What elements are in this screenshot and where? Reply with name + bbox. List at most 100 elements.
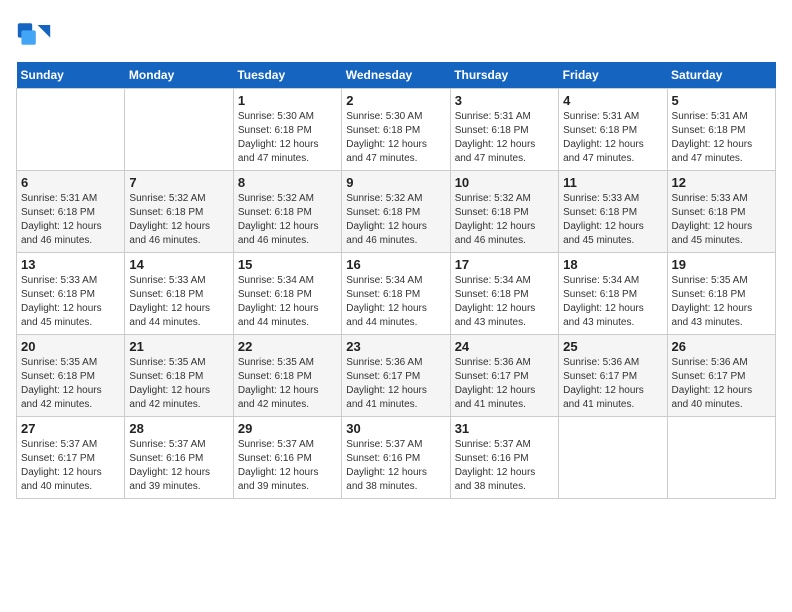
day-number: 20: [21, 339, 120, 354]
day-info: Sunrise: 5:33 AM Sunset: 6:18 PM Dayligh…: [129, 274, 228, 330]
header-cell-friday: Friday: [559, 62, 667, 89]
day-info: Sunrise: 5:35 AM Sunset: 6:18 PM Dayligh…: [238, 356, 337, 412]
calendar-cell: 18 Sunrise: 5:34 AM Sunset: 6:18 PM Dayli…: [559, 253, 667, 335]
day-info: Sunrise: 5:33 AM Sunset: 6:18 PM Dayligh…: [672, 192, 771, 248]
day-info: Sunrise: 5:34 AM Sunset: 6:18 PM Dayligh…: [455, 274, 554, 330]
calendar-week-1: 1 Sunrise: 5:30 AM Sunset: 6:18 PM Daylig…: [17, 89, 776, 171]
day-info: Sunrise: 5:32 AM Sunset: 6:18 PM Dayligh…: [238, 192, 337, 248]
calendar-cell: 23Sunrise: 5:36 AM Sunset: 6:17 PM Dayli…: [342, 335, 450, 417]
day-info: Sunrise: 5:32 AM Sunset: 6:18 PM Dayligh…: [455, 192, 554, 248]
day-number: 1: [238, 93, 337, 108]
day-info: Sunrise: 5:35 AM Sunset: 6:18 PM Dayligh…: [672, 274, 771, 330]
day-number: 13: [21, 257, 120, 272]
calendar-cell: 19 Sunrise: 5:35 AM Sunset: 6:18 PM Dayli…: [667, 253, 775, 335]
calendar-cell: 28Sunrise: 5:37 AM Sunset: 6:16 PM Dayli…: [125, 417, 233, 499]
calendar-cell: 26 Sunrise: 5:36 AM Sunset: 6:17 PM Dayli…: [667, 335, 775, 417]
header-cell-thursday: Thursday: [450, 62, 558, 89]
calendar-body: 1 Sunrise: 5:30 AM Sunset: 6:18 PM Daylig…: [17, 89, 776, 499]
calendar-cell: 29 Sunrise: 5:37 AM Sunset: 6:16 PM Dayli…: [233, 417, 341, 499]
calendar-cell: 20 Sunrise: 5:35 AM Sunset: 6:18 PM Dayli…: [17, 335, 125, 417]
day-number: 18: [563, 257, 662, 272]
calendar-cell: 12 Sunrise: 5:33 AM Sunset: 6:18 PM Dayli…: [667, 171, 775, 253]
day-number: 26: [672, 339, 771, 354]
calendar-week-5: 27Sunrise: 5:37 AM Sunset: 6:17 PM Dayli…: [17, 417, 776, 499]
calendar-cell: 21 Sunrise: 5:35 AM Sunset: 6:18 PM Dayli…: [125, 335, 233, 417]
calendar-cell: [125, 89, 233, 171]
day-info: Sunrise: 5:32 AM Sunset: 6:18 PM Dayligh…: [129, 192, 228, 248]
day-number: 25: [563, 339, 662, 354]
day-info: Sunrise: 5:31 AM Sunset: 6:18 PM Dayligh…: [672, 110, 771, 166]
day-number: 21: [129, 339, 228, 354]
calendar-table: SundayMondayTuesdayWednesdayThursdayFrid…: [16, 62, 776, 499]
day-number: 12: [672, 175, 771, 190]
calendar-cell: [667, 417, 775, 499]
day-info: Sunrise: 5:36 AM Sunset: 6:17 PM Dayligh…: [563, 356, 662, 412]
page-header: [16, 16, 776, 52]
calendar-header: SundayMondayTuesdayWednesdayThursdayFrid…: [17, 62, 776, 89]
calendar-cell: [17, 89, 125, 171]
calendar-cell: 14 Sunrise: 5:33 AM Sunset: 6:18 PM Dayli…: [125, 253, 233, 335]
day-number: 28: [129, 421, 228, 436]
day-number: 10: [455, 175, 554, 190]
logo-icon: [16, 16, 52, 52]
day-number: 11: [563, 175, 662, 190]
calendar-cell: 24Sunrise: 5:36 AM Sunset: 6:17 PM Dayli…: [450, 335, 558, 417]
header-row: SundayMondayTuesdayWednesdayThursdayFrid…: [17, 62, 776, 89]
day-number: 19: [672, 257, 771, 272]
calendar-cell: 1 Sunrise: 5:30 AM Sunset: 6:18 PM Daylig…: [233, 89, 341, 171]
day-number: 4: [563, 93, 662, 108]
calendar-cell: 2Sunrise: 5:30 AM Sunset: 6:18 PM Daylig…: [342, 89, 450, 171]
day-info: Sunrise: 5:33 AM Sunset: 6:18 PM Dayligh…: [21, 274, 120, 330]
day-info: Sunrise: 5:30 AM Sunset: 6:18 PM Dayligh…: [346, 110, 445, 166]
day-number: 3: [455, 93, 554, 108]
calendar-cell: 11Sunrise: 5:33 AM Sunset: 6:18 PM Dayli…: [559, 171, 667, 253]
calendar-cell: 13 Sunrise: 5:33 AM Sunset: 6:18 PM Dayli…: [17, 253, 125, 335]
day-number: 5: [672, 93, 771, 108]
calendar-cell: 4 Sunrise: 5:31 AM Sunset: 6:18 PM Daylig…: [559, 89, 667, 171]
day-info: Sunrise: 5:34 AM Sunset: 6:18 PM Dayligh…: [563, 274, 662, 330]
calendar-cell: [559, 417, 667, 499]
day-info: Sunrise: 5:35 AM Sunset: 6:18 PM Dayligh…: [21, 356, 120, 412]
calendar-cell: 15 Sunrise: 5:34 AM Sunset: 6:18 PM Dayli…: [233, 253, 341, 335]
day-number: 22: [238, 339, 337, 354]
header-cell-monday: Monday: [125, 62, 233, 89]
calendar-cell: 22 Sunrise: 5:35 AM Sunset: 6:18 PM Dayli…: [233, 335, 341, 417]
day-number: 14: [129, 257, 228, 272]
day-info: Sunrise: 5:31 AM Sunset: 6:18 PM Dayligh…: [563, 110, 662, 166]
day-info: Sunrise: 5:37 AM Sunset: 6:16 PM Dayligh…: [346, 438, 445, 494]
calendar-cell: 3 Sunrise: 5:31 AM Sunset: 6:18 PM Daylig…: [450, 89, 558, 171]
day-number: 29: [238, 421, 337, 436]
header-cell-sunday: Sunday: [17, 62, 125, 89]
calendar-week-4: 20 Sunrise: 5:35 AM Sunset: 6:18 PM Dayli…: [17, 335, 776, 417]
day-info: Sunrise: 5:37 AM Sunset: 6:16 PM Dayligh…: [238, 438, 337, 494]
calendar-cell: 30 Sunrise: 5:37 AM Sunset: 6:16 PM Dayli…: [342, 417, 450, 499]
calendar-week-2: 6Sunrise: 5:31 AM Sunset: 6:18 PM Daylig…: [17, 171, 776, 253]
calendar-cell: 7 Sunrise: 5:32 AM Sunset: 6:18 PM Daylig…: [125, 171, 233, 253]
day-number: 7: [129, 175, 228, 190]
day-number: 15: [238, 257, 337, 272]
day-info: Sunrise: 5:30 AM Sunset: 6:18 PM Dayligh…: [238, 110, 337, 166]
day-info: Sunrise: 5:31 AM Sunset: 6:18 PM Dayligh…: [455, 110, 554, 166]
day-info: Sunrise: 5:34 AM Sunset: 6:18 PM Dayligh…: [238, 274, 337, 330]
day-number: 27: [21, 421, 120, 436]
day-info: Sunrise: 5:36 AM Sunset: 6:17 PM Dayligh…: [455, 356, 554, 412]
calendar-cell: 9Sunrise: 5:32 AM Sunset: 6:18 PM Daylig…: [342, 171, 450, 253]
header-cell-saturday: Saturday: [667, 62, 775, 89]
day-number: 16: [346, 257, 445, 272]
logo: [16, 16, 56, 52]
day-number: 17: [455, 257, 554, 272]
header-cell-tuesday: Tuesday: [233, 62, 341, 89]
calendar-cell: 6Sunrise: 5:31 AM Sunset: 6:18 PM Daylig…: [17, 171, 125, 253]
day-number: 31: [455, 421, 554, 436]
calendar-cell: 27Sunrise: 5:37 AM Sunset: 6:17 PM Dayli…: [17, 417, 125, 499]
day-info: Sunrise: 5:34 AM Sunset: 6:18 PM Dayligh…: [346, 274, 445, 330]
day-number: 30: [346, 421, 445, 436]
calendar-cell: 10 Sunrise: 5:32 AM Sunset: 6:18 PM Dayli…: [450, 171, 558, 253]
calendar-cell: 17 Sunrise: 5:34 AM Sunset: 6:18 PM Dayli…: [450, 253, 558, 335]
day-info: Sunrise: 5:36 AM Sunset: 6:17 PM Dayligh…: [672, 356, 771, 412]
day-info: Sunrise: 5:37 AM Sunset: 6:16 PM Dayligh…: [455, 438, 554, 494]
day-info: Sunrise: 5:35 AM Sunset: 6:18 PM Dayligh…: [129, 356, 228, 412]
calendar-week-3: 13 Sunrise: 5:33 AM Sunset: 6:18 PM Dayli…: [17, 253, 776, 335]
day-info: Sunrise: 5:32 AM Sunset: 6:18 PM Dayligh…: [346, 192, 445, 248]
calendar-cell: 8Sunrise: 5:32 AM Sunset: 6:18 PM Daylig…: [233, 171, 341, 253]
